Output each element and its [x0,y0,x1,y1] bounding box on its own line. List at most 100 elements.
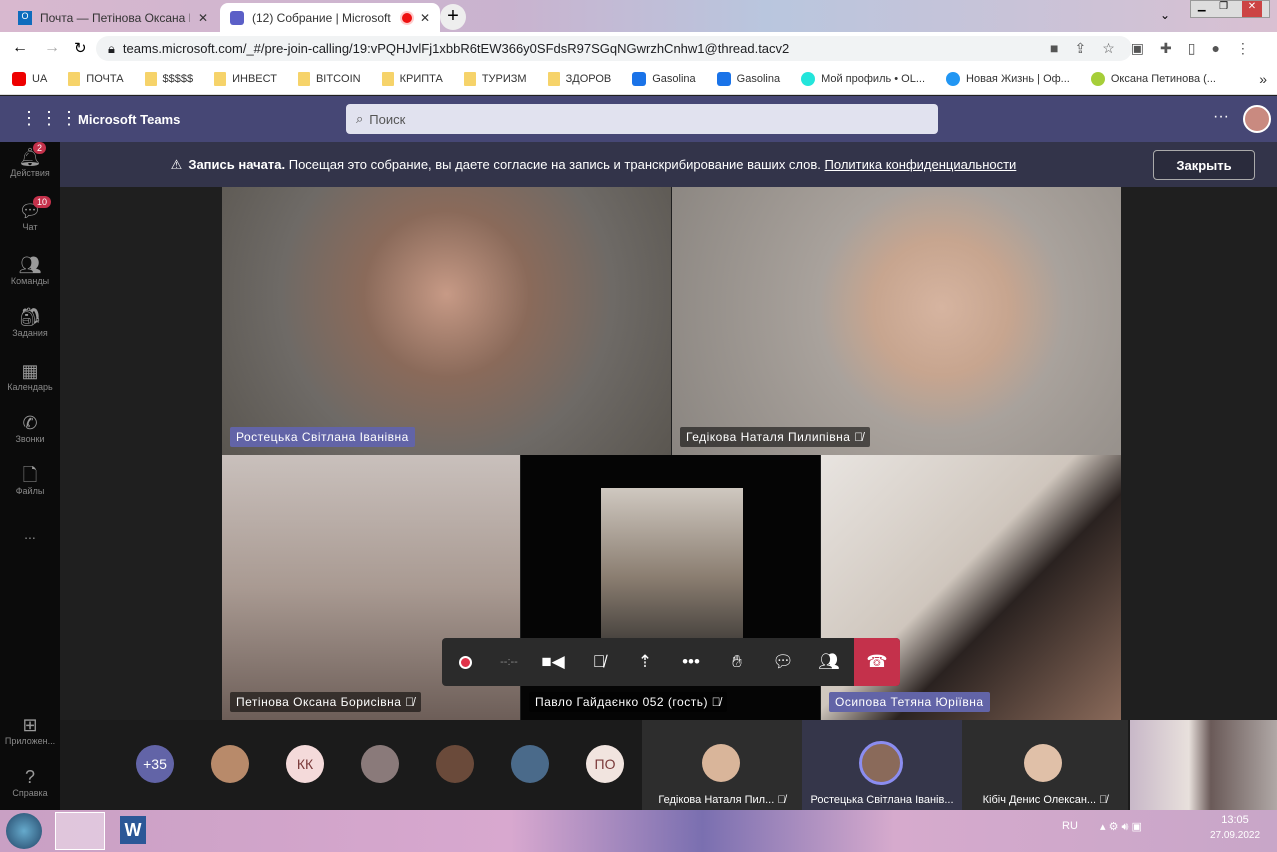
participant-avatar[interactable]: +35 [136,745,174,783]
video-tile[interactable]: Гедікова Наталя Пилипівна 🎙̸ [672,187,1121,455]
profile-avatar[interactable]: ● [1211,40,1219,57]
bookmark-item[interactable]: Оксана Петинова (... [1090,72,1216,86]
camera-icon[interactable]: ■ [1050,40,1058,57]
participant-tile[interactable]: Кібіч Денис Олексан... 🎙̸ [962,720,1128,810]
language-indicator[interactable]: RU [1062,820,1078,832]
browser-tab-strip: O Почта — Петінова Оксана Бори ✕ (12) Со… [0,0,1277,32]
bookmark-item[interactable]: Мой профиль • OL... [801,72,925,86]
more-icon[interactable]: ··· [1213,108,1229,126]
participant-tile[interactable]: Ростецька Світлана Іванів... [802,720,962,810]
bookmark-item[interactable]: $$$$$ [144,72,193,86]
share-icon[interactable]: ⇪ [1074,40,1086,57]
participant-tile[interactable]: Гедікова Наталя Пил... 🎙̸ [642,720,802,810]
back-icon[interactable]: ← [12,39,28,57]
nj-icon [946,72,961,86]
rail-item[interactable]: ? Справка [0,766,60,798]
camera-button[interactable]: ■◀ [530,638,576,686]
rail-label: Чат [22,222,38,232]
privacy-link[interactable]: Политика конфиденциальности [825,157,1017,172]
participant-name: Ростецька Світлана Іванів... [810,794,954,806]
chat-button[interactable]: 💬︎ [760,638,806,686]
rail-item[interactable]: 👥︎ Команды [0,254,60,286]
rail-item[interactable]: 🗋 Файлы [0,464,60,496]
minimize-icon[interactable]: ▁ [1198,1,1206,17]
rail-item[interactable]: ▦ Календарь [0,360,60,392]
rail-item[interactable]: ✆ Звонки [0,412,60,444]
rail-item[interactable]: 💬︎ Чат 10 [0,196,60,232]
share-button[interactable]: ⇡ [622,638,668,686]
maximize-icon[interactable]: ❐ [1219,1,1228,17]
mic-button[interactable]: 🎙̸ [576,638,622,686]
rail-item[interactable]: ... [0,526,60,542]
close-banner-button[interactable]: Закрыть [1153,150,1255,180]
star-icon[interactable]: ☆ [1102,40,1115,57]
participant-name: Ростецька Світлана Іванівна [230,427,415,447]
chevron-down-icon[interactable]: ⌄ [1160,8,1170,22]
mic-off-icon: 🎙̸ [592,652,606,671]
bookmark-item[interactable]: КРИПТА [381,72,443,86]
bookmark-item[interactable]: ПОЧТА [68,72,124,86]
extension-icon[interactable]: ▣ [1131,40,1144,57]
avatar [859,741,903,785]
bookmark-item[interactable]: BITCOIN [297,72,361,86]
participant-avatar[interactable]: КК [286,745,324,783]
start-button[interactable] [6,813,42,849]
menu-icon[interactable]: ⋮ [1236,40,1250,57]
more-bookmarks-button[interactable]: » [1259,71,1267,87]
share-screen-icon: ⇡ [637,652,653,671]
self-view-video[interactable] [1130,720,1277,810]
bookmark-item[interactable]: Gasolina [716,72,781,86]
youtube-icon [12,72,26,86]
app-launcher-icon[interactable]: ⋮⋮⋮ [20,108,80,129]
avatar [1024,744,1062,782]
bookmark-label: Gasolina [736,73,781,85]
teams-icon [230,10,244,25]
folder-icon [214,72,227,86]
participant-avatar[interactable] [436,745,474,783]
participant-avatar[interactable]: ПО [586,745,624,783]
phone-hangup-icon: ☎ [866,652,888,671]
rail-item[interactable]: ⊞ Приложен... [0,714,60,746]
rail-item[interactable]: 🔔︎ Действия 2 [0,142,60,178]
participant-avatar[interactable] [211,745,249,783]
taskbar-app-file[interactable] [55,812,105,850]
rail-label: Команды [10,276,50,286]
forward-icon[interactable]: → [44,39,60,57]
rail-item[interactable]: 🎒︎ Задания [0,306,60,338]
more-actions-button[interactable]: ••• [668,638,714,686]
teams-group-icon: 👥︎ [18,255,42,275]
sidepanel-icon[interactable]: ▯ [1188,40,1196,57]
close-icon[interactable]: ✕ [198,11,208,25]
url-field[interactable]: 🔒︎ teams.microsoft.com/_#/pre-join-calli… [96,36,1132,61]
word-icon[interactable]: W [120,816,146,844]
puzzle-icon[interactable]: ✚ [1160,40,1172,57]
bookmark-item[interactable]: UA [12,72,47,86]
reload-icon[interactable]: ↻ [74,39,87,57]
window-controls[interactable]: ▁ ❐ ✕ [1190,0,1270,18]
new-tab-button[interactable]: + [440,4,466,30]
search-placeholder: Поиск [369,111,406,127]
bookmark-item[interactable]: Новая Жизнь | Оф... [946,72,1070,86]
close-icon[interactable]: ✕ [420,11,430,25]
bookmark-item[interactable]: Gasolina [632,72,696,86]
tray-icons[interactable]: ▴ ⚙ 🔊︎ ▣ [1100,820,1142,834]
hang-up-button[interactable]: ☎ [854,638,900,686]
participant-avatar[interactable] [361,745,399,783]
avatar[interactable] [1243,105,1271,133]
participant-name: Петінова Оксана Борисівна [236,695,402,709]
video-tile[interactable]: Ростецька Світлана Іванівна [222,187,671,455]
url-text[interactable]: teams.microsoft.com/_#/pre-join-calling/… [123,41,789,56]
participants-button[interactable]: 👥︎ [806,638,852,686]
tab-title: (12) Собрание | Microsoft Te [252,10,394,25]
bookmark-item[interactable]: ИНВЕСТ [214,72,277,86]
close-window-icon[interactable]: ✕ [1241,1,1263,17]
bookmark-item[interactable]: ТУРИЗМ [463,72,527,86]
tab-teams[interactable]: (12) Собрание | Microsoft Te ✕ [220,3,440,32]
bookmark-item[interactable]: ЗДОРОВ [547,72,611,86]
tab-mail[interactable]: O Почта — Петінова Оксана Бори ✕ [8,3,218,32]
raise-hand-button[interactable]: ✋︎ [714,638,760,686]
search-input[interactable]: ⌕ Поиск [346,104,938,134]
chat-icon: 💬︎ [772,652,794,671]
bookmark-label: BITCOIN [315,73,361,85]
participant-avatar[interactable] [511,745,549,783]
